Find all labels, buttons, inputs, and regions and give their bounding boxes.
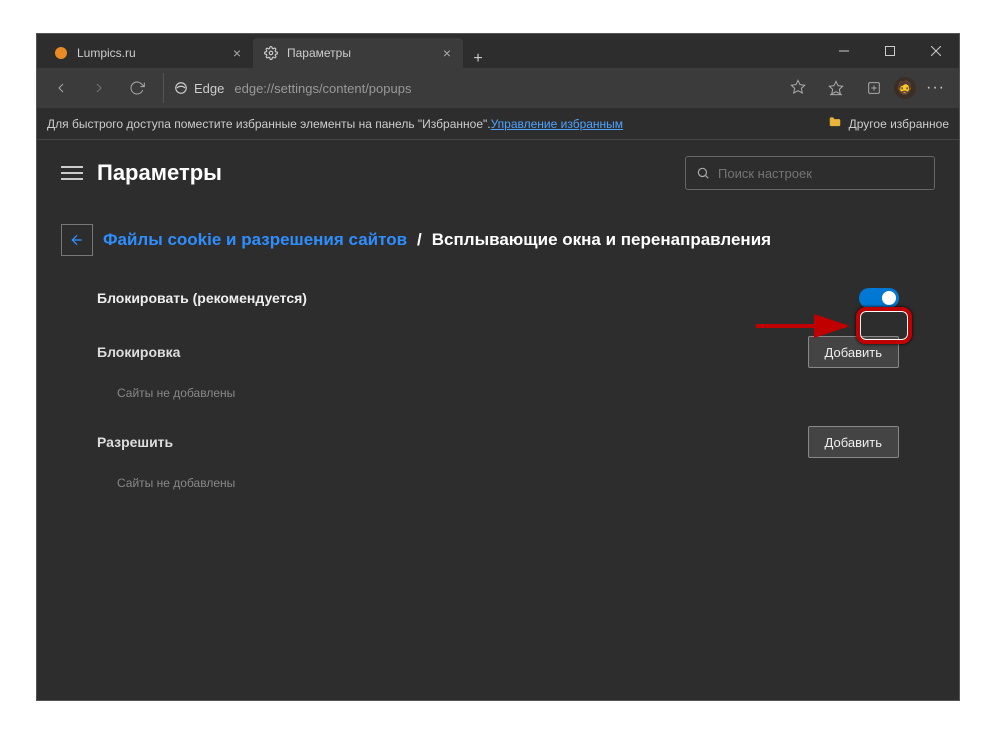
new-tab-button[interactable]: + xyxy=(463,50,493,68)
allow-section-row: Разрешить Добавить xyxy=(97,416,899,468)
folder-icon xyxy=(827,115,843,132)
refresh-button[interactable] xyxy=(119,72,155,104)
favorites-button[interactable] xyxy=(818,72,854,104)
back-button[interactable] xyxy=(43,72,79,104)
favorites-hint: Для быстрого доступа поместите избранные… xyxy=(47,117,491,131)
breadcrumb: Файлы cookie и разрешения сайтов / Всплы… xyxy=(37,200,959,268)
gear-icon xyxy=(263,45,279,61)
url-text: edge://settings/content/popups xyxy=(234,81,411,96)
breadcrumb-parent-link[interactable]: Файлы cookie и разрешения сайтов xyxy=(103,230,407,250)
favorite-star-icon[interactable] xyxy=(790,79,806,98)
search-icon xyxy=(696,166,710,180)
block-empty-text: Сайты не добавлены xyxy=(97,378,899,416)
tab-lumpics[interactable]: Lumpics.ru × xyxy=(43,38,253,68)
manage-favorites-link[interactable]: Управление избранным xyxy=(491,117,623,131)
page-title: Параметры xyxy=(97,160,222,186)
breadcrumb-back-button[interactable] xyxy=(61,224,93,256)
edge-badge: Edge xyxy=(174,81,224,96)
add-allow-button[interactable]: Добавить xyxy=(808,426,899,458)
arrow-annotation xyxy=(756,316,856,341)
minimize-button[interactable] xyxy=(821,34,867,68)
block-toggle-row: Блокировать (рекомендуется) xyxy=(97,278,899,318)
more-button[interactable]: ··· xyxy=(918,79,953,97)
address-bar[interactable]: Edge edge://settings/content/popups xyxy=(163,73,816,103)
tab-settings[interactable]: Параметры × xyxy=(253,38,463,68)
profile-avatar[interactable]: 🧔 xyxy=(894,77,916,99)
titlebar: Lumpics.ru × Параметры × + xyxy=(37,34,959,68)
toolbar: Edge edge://settings/content/popups 🧔 ··… xyxy=(37,68,959,108)
block-section-label: Блокировка xyxy=(97,344,180,360)
callout-highlight xyxy=(856,307,912,344)
other-favorites[interactable]: Другое избранное xyxy=(827,115,949,132)
settings-content: Параметры Файлы cookie и разрешения сайт… xyxy=(37,140,959,700)
block-label: Блокировать (рекомендуется) xyxy=(97,290,307,306)
tab-strip: Lumpics.ru × Параметры × + xyxy=(37,34,821,68)
menu-icon[interactable] xyxy=(61,162,83,184)
breadcrumb-separator: / xyxy=(417,230,422,250)
collections-button[interactable] xyxy=(856,72,892,104)
close-button[interactable] xyxy=(913,34,959,68)
search-settings[interactable] xyxy=(685,156,935,190)
tab-favicon-icon xyxy=(53,45,69,61)
tab-title: Параметры xyxy=(287,46,351,60)
browser-window: Lumpics.ru × Параметры × + Edge xyxy=(36,33,960,701)
close-icon[interactable]: × xyxy=(439,45,455,61)
window-controls xyxy=(821,34,959,68)
block-popups-toggle[interactable] xyxy=(859,288,899,308)
search-input[interactable] xyxy=(718,166,924,181)
settings-header: Параметры xyxy=(37,140,959,200)
other-favorites-label: Другое избранное xyxy=(849,117,949,131)
forward-button[interactable] xyxy=(81,72,117,104)
popup-settings-section: Блокировать (рекомендуется) Блокировка Д… xyxy=(37,268,959,506)
allow-empty-text: Сайты не добавлены xyxy=(97,468,899,506)
allow-section-label: Разрешить xyxy=(97,434,173,450)
breadcrumb-current: Всплывающие окна и перенаправления xyxy=(432,230,771,250)
close-icon[interactable]: × xyxy=(229,45,245,61)
tab-title: Lumpics.ru xyxy=(77,46,136,60)
maximize-button[interactable] xyxy=(867,34,913,68)
favorites-bar: Для быстрого доступа поместите избранные… xyxy=(37,108,959,140)
